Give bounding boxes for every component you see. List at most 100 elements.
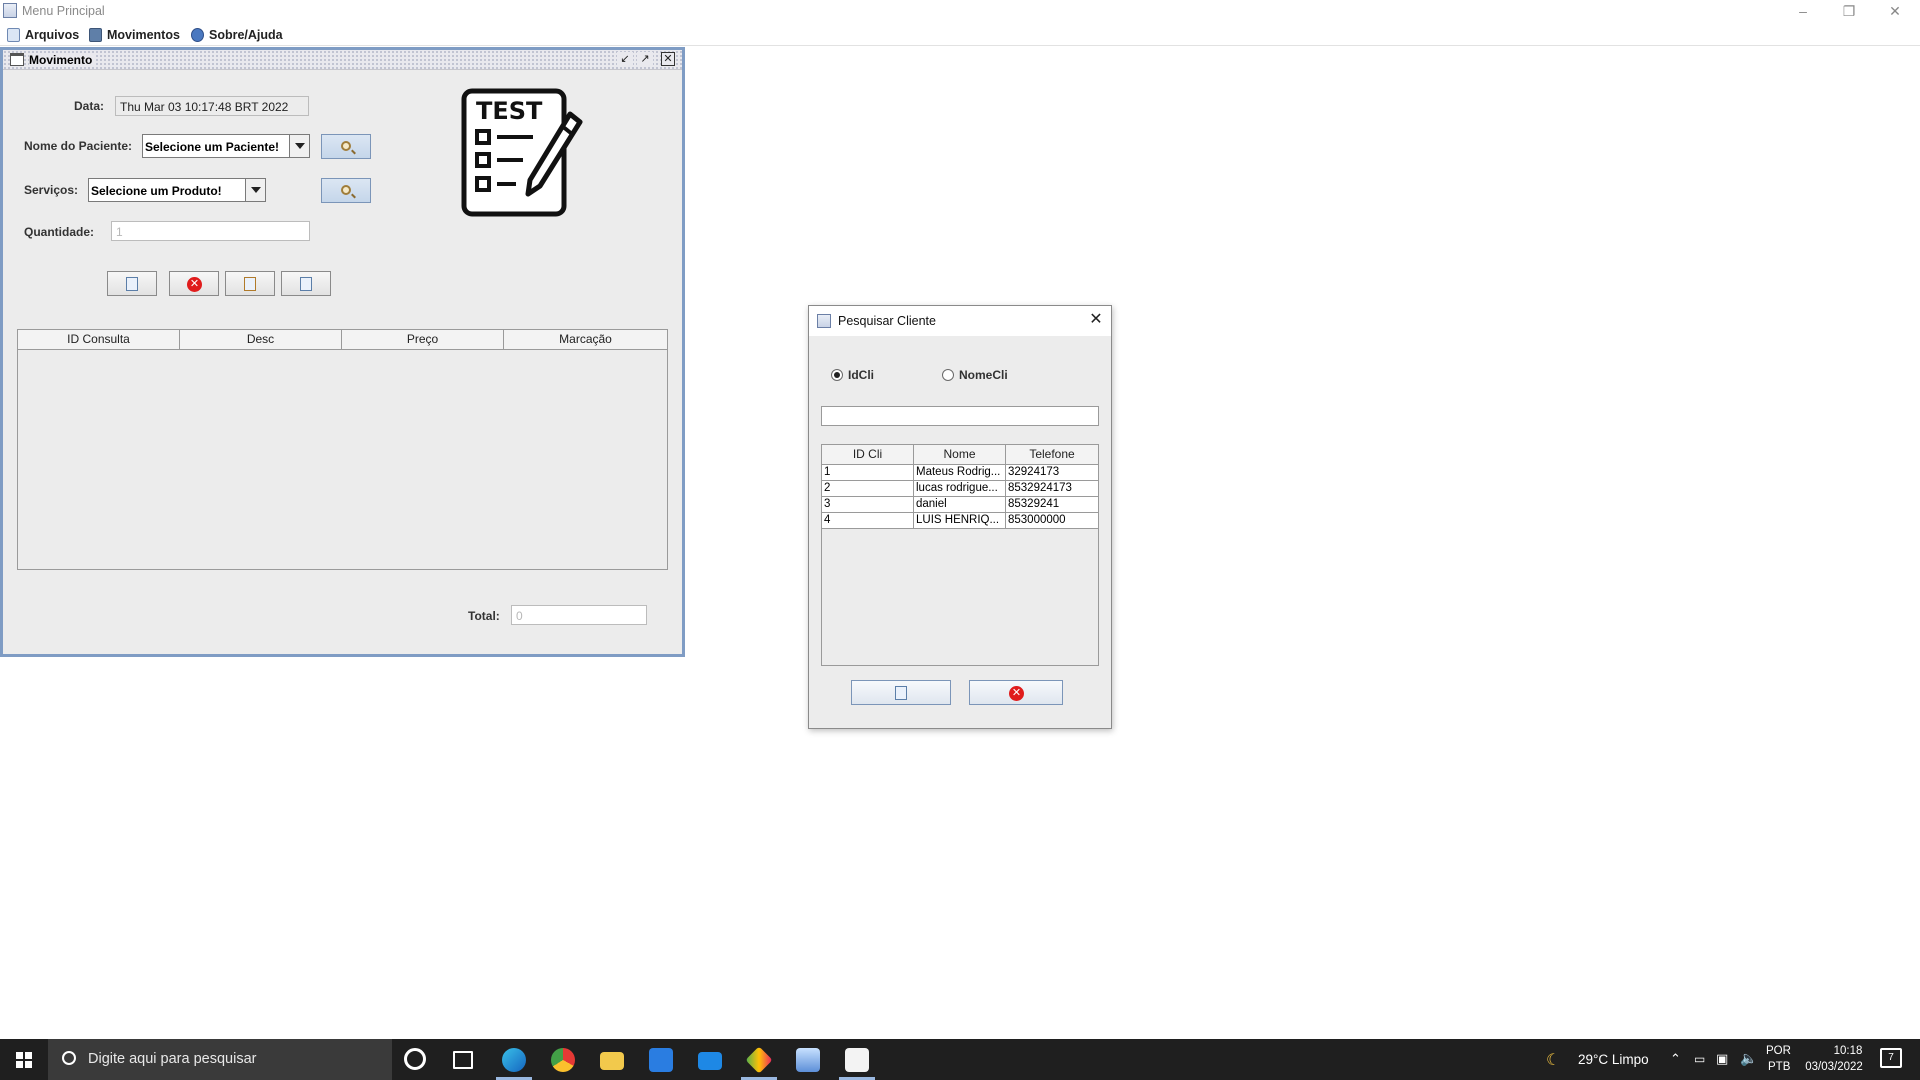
col-id-consulta[interactable]: ID Consulta [18, 330, 180, 350]
cell-telefone: 853000000 [1006, 513, 1098, 529]
network-icon[interactable]: ▣ [1716, 1051, 1728, 1067]
table-row[interactable]: 2 lucas rodrigue... 8532924173 [822, 481, 1098, 497]
dialog-cancel-button[interactable]: ✕ [969, 680, 1063, 705]
test-checklist-logo: TEST [458, 86, 593, 221]
task-view-icon[interactable] [453, 1051, 473, 1069]
minimize-button[interactable]: – [1780, 0, 1826, 22]
save-button[interactable] [225, 271, 275, 296]
taskbar-search[interactable]: Digite aqui para pesquisar [48, 1039, 392, 1080]
quantidade-label: Quantidade: [24, 225, 95, 239]
new-button[interactable] [107, 271, 157, 296]
paciente-combo[interactable]: Selecione um Paciente! [142, 134, 310, 158]
servicos-combo[interactable]: Selecione um Produto! [88, 178, 266, 202]
paciente-combo-value: Selecione um Paciente! [145, 140, 280, 154]
volume-icon[interactable]: 🔈 [1740, 1050, 1757, 1067]
logo-text: TEST [476, 97, 543, 125]
maximize-icon[interactable]: ↗ [637, 52, 653, 67]
clock-time[interactable]: 10:18 [1818, 1045, 1878, 1057]
pesquisar-cliente-dialog: Pesquisar Cliente ✕ IdCli NomeCli ID Cli… [808, 305, 1112, 729]
weather-text[interactable]: 29°C Limpo [1578, 1052, 1649, 1067]
virtualbox-icon[interactable] [796, 1048, 820, 1072]
search-paciente-button[interactable] [321, 134, 371, 159]
cell-telefone: 85329241 [1006, 497, 1098, 513]
list-document-icon [300, 277, 312, 291]
save-document-icon [244, 277, 256, 291]
chevron-up-icon[interactable]: ⌃ [1670, 1051, 1681, 1067]
cell-nome: LUIS HENRIQ... [914, 513, 1006, 529]
menu-arquivos-label: Arquivos [25, 27, 80, 42]
dialog-titlebar[interactable]: Pesquisar Cliente ✕ [809, 306, 1111, 336]
select-document-icon [895, 686, 907, 700]
book-icon [89, 27, 102, 42]
cell-telefone: 8532924173 [1006, 481, 1098, 497]
store-icon[interactable] [649, 1048, 673, 1072]
clientes-table[interactable]: ID Cli Nome Telefone 1 Mateus Rodrig... … [821, 444, 1099, 666]
movimento-title: Movimento [29, 53, 97, 67]
col-desc[interactable]: Desc [180, 330, 342, 350]
cell-id: 3 [822, 497, 914, 513]
cancel-button[interactable]: ✕ [169, 271, 219, 296]
movimento-titlebar[interactable]: Movimento ↙ ↗ ✕ [3, 50, 682, 70]
total-field[interactable]: 0 [511, 605, 647, 625]
restore-button[interactable]: ❐ [1826, 0, 1872, 22]
clock-date[interactable]: 03/03/2022 [1800, 1061, 1868, 1073]
col-marcacao[interactable]: Marcação [504, 330, 667, 350]
language-bottom[interactable]: PTB [1768, 1061, 1790, 1073]
menu-bar: Arquivos Movimentos Sobre/Ajuda [0, 22, 1920, 46]
git-icon[interactable] [745, 1046, 773, 1074]
col-telefone[interactable]: Telefone [1006, 445, 1098, 465]
menu-sobre-ajuda[interactable]: Sobre/Ajuda [191, 26, 283, 43]
col-id-cli[interactable]: ID Cli [822, 445, 914, 465]
chevron-down-icon[interactable] [289, 135, 309, 157]
window-title: Menu Principal [22, 4, 105, 18]
quantidade-field[interactable]: 1 [111, 221, 310, 241]
table-row[interactable]: 3 daniel 85329241 [822, 497, 1098, 513]
data-field[interactable]: Thu Mar 03 10:17:48 BRT 2022 [115, 96, 309, 116]
device-icon[interactable]: ▭ [1694, 1052, 1705, 1066]
windows-taskbar: Digite aqui para pesquisar ☾ 29°C Limpo … [0, 1039, 1920, 1080]
menu-movimentos[interactable]: Movimentos [89, 26, 180, 43]
radio-selected-icon [831, 369, 843, 381]
moon-weather-icon[interactable]: ☾ [1546, 1050, 1560, 1070]
clientes-table-body: 1 Mateus Rodrig... 32924173 2 lucas rodr… [822, 465, 1098, 529]
search-icon [341, 141, 351, 151]
cortana-icon[interactable] [404, 1048, 426, 1070]
language-top[interactable]: POR [1766, 1045, 1791, 1057]
select-client-button[interactable] [851, 680, 951, 705]
radio-unselected-icon [942, 369, 954, 381]
iconify-icon[interactable]: ↙ [617, 52, 633, 67]
cell-id: 2 [822, 481, 914, 497]
search-servico-button[interactable] [321, 178, 371, 203]
java-app-icon[interactable] [845, 1048, 869, 1072]
chevron-down-icon[interactable] [245, 179, 265, 201]
radio-nomecli[interactable]: NomeCli [942, 368, 1008, 382]
cell-nome: lucas rodrigue... [914, 481, 1006, 497]
java-app-icon [817, 314, 831, 328]
edge-icon[interactable] [502, 1048, 526, 1072]
mail-icon[interactable] [698, 1052, 722, 1070]
notification-count: 7 [1888, 1052, 1894, 1063]
total-label: Total: [468, 609, 500, 623]
list-button[interactable] [281, 271, 331, 296]
paciente-label: Nome do Paciente: [24, 139, 133, 153]
table-row[interactable]: 1 Mateus Rodrig... 32924173 [822, 465, 1098, 481]
window-titlebar: Menu Principal – ❐ ✕ [0, 0, 1920, 22]
cell-telefone: 32924173 [1006, 465, 1098, 481]
notification-icon[interactable]: 7 [1880, 1048, 1902, 1068]
search-input[interactable] [821, 406, 1099, 426]
consultas-table-header: ID Consulta Desc Preço Marcação [18, 330, 667, 350]
search-icon [341, 185, 351, 195]
chrome-icon[interactable] [551, 1048, 575, 1072]
file-explorer-icon[interactable] [600, 1052, 624, 1070]
close-button[interactable]: ✕ [1872, 0, 1918, 22]
radio-idcli[interactable]: IdCli [831, 368, 874, 382]
col-preco[interactable]: Preço [342, 330, 504, 350]
close-icon[interactable]: ✕ [1087, 311, 1105, 329]
table-row[interactable]: 4 LUIS HENRIQ... 853000000 [822, 513, 1098, 529]
info-icon [191, 27, 204, 42]
col-nome[interactable]: Nome [914, 445, 1006, 465]
menu-arquivos[interactable]: Arquivos [7, 26, 79, 43]
consultas-table[interactable]: ID Consulta Desc Preço Marcação [17, 329, 668, 570]
close-icon[interactable]: ✕ [661, 52, 675, 66]
start-button[interactable] [0, 1039, 48, 1080]
